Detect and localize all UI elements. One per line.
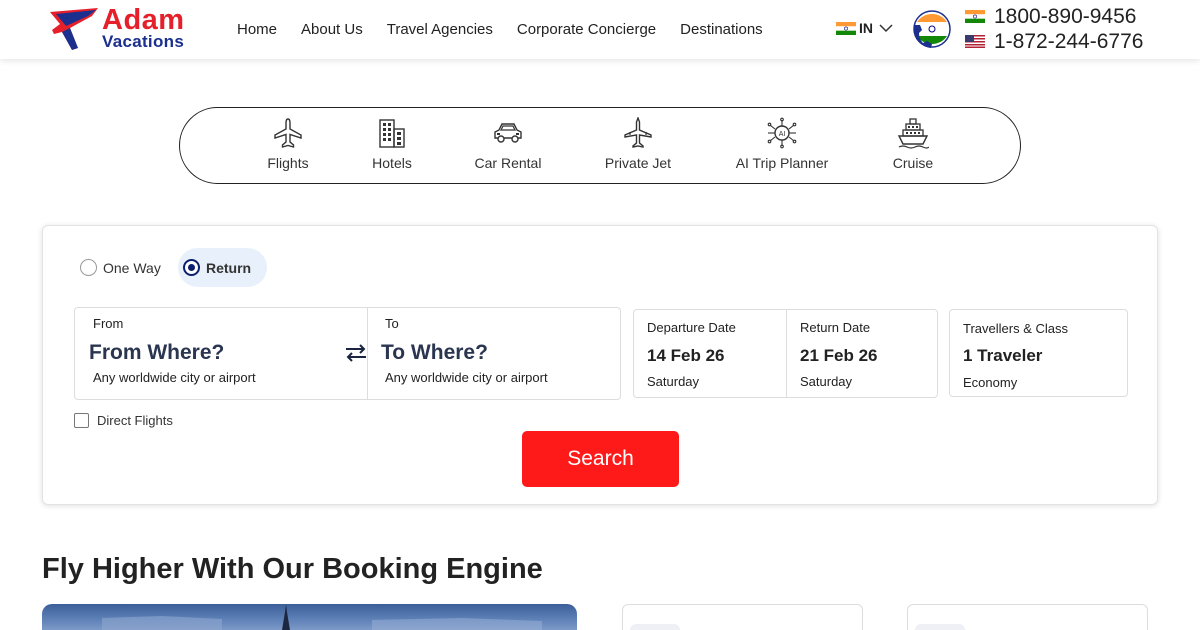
swap-icon[interactable] — [343, 342, 369, 364]
feature-card-badge — [630, 624, 680, 630]
main-nav: Home About Us Travel Agencies Corporate … — [237, 0, 787, 59]
ai-chip-icon: AI — [767, 117, 797, 149]
brand-logo[interactable]: Adam Vacations — [48, 6, 198, 52]
india-flag-icon — [965, 10, 985, 23]
site-header: Adam Vacations Home About Us Travel Agen… — [0, 0, 1200, 59]
direct-flights-label: Direct Flights — [97, 413, 173, 428]
to-value: To Where? — [381, 341, 488, 364]
svg-text:AI: AI — [779, 131, 786, 138]
phone-us: 1-872-244-6776 — [994, 29, 1144, 53]
route-fields: From From Where? Any worldwide city or a… — [74, 307, 621, 400]
skyline-image — [102, 604, 542, 630]
booking-engine-image — [42, 604, 577, 630]
return-radio[interactable] — [183, 259, 200, 276]
to-label: To — [385, 316, 399, 331]
ship-icon — [897, 118, 929, 149]
departure-label: Departure Date — [647, 320, 736, 335]
tab-cruise[interactable]: Cruise — [848, 117, 978, 171]
tab-ai-trip-planner[interactable]: AI AI Trip Planner — [717, 117, 847, 171]
feature-card-badge — [915, 624, 965, 630]
country-selector[interactable]: IN — [836, 20, 894, 36]
car-icon — [494, 123, 522, 143]
india-call-icon[interactable] — [911, 9, 952, 50]
return-date-field[interactable]: Return Date 21 Feb 26 Saturday — [787, 310, 937, 397]
direct-flights-checkbox[interactable] — [74, 413, 89, 428]
return-label: Return — [206, 259, 252, 276]
plane-logo-icon — [50, 8, 98, 50]
tab-label: Car Rental — [474, 155, 542, 171]
travellers-class-field[interactable]: Travellers & Class 1 Traveler Economy — [949, 309, 1128, 397]
one-way-label: One Way — [103, 259, 161, 276]
direct-flights-option[interactable]: Direct Flights — [74, 413, 173, 428]
from-label: From — [93, 316, 124, 331]
tab-car-rental[interactable]: Car Rental — [443, 117, 573, 171]
return-date: 21 Feb 26 — [800, 346, 878, 365]
us-flag-icon — [965, 35, 985, 48]
plane-icon — [274, 118, 302, 148]
return-date-label: Return Date — [800, 320, 871, 335]
logo-word-vacations: Vacations — [102, 32, 185, 51]
departure-day: Saturday — [647, 374, 700, 389]
feature-card-2 — [907, 604, 1148, 630]
nav-corporate-concierge[interactable]: Corporate Concierge — [517, 21, 656, 38]
return-option[interactable]: Return — [183, 259, 251, 276]
return-day: Saturday — [800, 374, 853, 389]
nav-about-us[interactable]: About Us — [301, 21, 363, 38]
one-way-radio[interactable] — [80, 259, 97, 276]
departure-date: 14 Feb 26 — [647, 346, 725, 365]
tab-label: Private Jet — [604, 155, 672, 171]
phone-india-line[interactable]: 1800-890-9456 — [965, 4, 1143, 29]
nav-home[interactable]: Home — [237, 21, 277, 38]
tab-label: AI Trip Planner — [735, 155, 829, 171]
section-title: Fly Higher With Our Booking Engine — [42, 553, 543, 585]
country-code: IN — [859, 20, 873, 36]
phone-india: 1800-890-9456 — [994, 4, 1137, 28]
travellers-label: Travellers & Class — [963, 321, 1068, 336]
from-value: From Where? — [89, 341, 225, 364]
to-field[interactable]: To To Where? Any worldwide city or airpo… — [368, 308, 620, 399]
feature-card-1 — [622, 604, 863, 630]
search-button[interactable]: Search — [522, 431, 679, 487]
jet-icon — [624, 117, 652, 148]
tab-private-jet[interactable]: Private Jet — [573, 117, 703, 171]
from-hint: Any worldwide city or airport — [93, 370, 256, 385]
india-flag-icon — [836, 21, 856, 35]
service-tabs: Flights Hotels Car Rental Private Jet AI… — [179, 107, 1021, 184]
class-value: Economy — [963, 375, 1018, 390]
phone-numbers: 1800-890-9456 1-872-244-6776 — [965, 4, 1143, 54]
building-icon — [379, 119, 405, 148]
nav-travel-agencies[interactable]: Travel Agencies — [387, 21, 493, 38]
flight-search-card: One Way Return From From Where? Any worl… — [42, 225, 1158, 505]
date-fields: Departure Date 14 Feb 26 Saturday Return… — [633, 309, 938, 398]
chevron-down-icon — [879, 24, 893, 33]
one-way-option[interactable]: One Way — [80, 259, 161, 276]
phone-us-line[interactable]: 1-872-244-6776 — [965, 29, 1143, 54]
nav-destinations[interactable]: Destinations — [680, 21, 763, 38]
travellers-value: 1 Traveler — [963, 346, 1043, 365]
tab-label: Hotels — [372, 155, 412, 171]
tab-label: Flights — [267, 155, 309, 171]
to-hint: Any worldwide city or airport — [385, 370, 548, 385]
logo-word-adam: Adam — [102, 4, 185, 36]
tab-hotels[interactable]: Hotels — [327, 117, 457, 171]
tab-label: Cruise — [892, 155, 934, 171]
departure-date-field[interactable]: Departure Date 14 Feb 26 Saturday — [634, 310, 786, 397]
from-field[interactable]: From From Where? Any worldwide city or a… — [75, 308, 367, 399]
